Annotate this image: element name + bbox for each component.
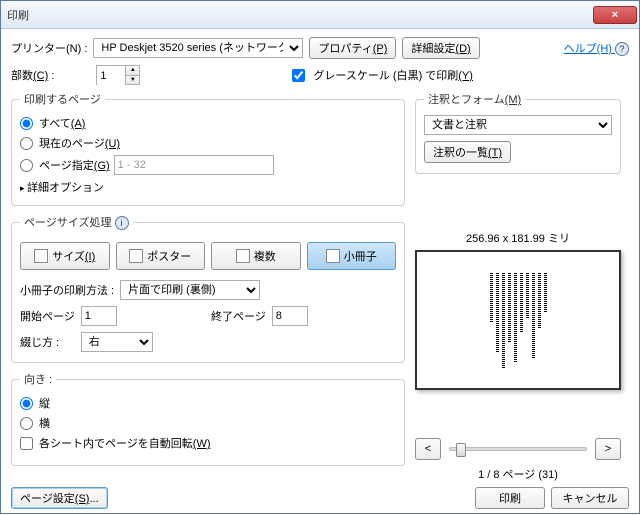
spin-up-icon[interactable]: ▲ — [125, 66, 139, 76]
pages-all-radio[interactable] — [20, 117, 33, 130]
pages-group: 印刷するページ すべて(A) 現在のページ(U) ページ指定(G) 詳細オプショ… — [11, 91, 405, 206]
pages-all-label: すべて(A) — [39, 115, 85, 131]
booklet-icon — [326, 249, 340, 263]
preview-slider[interactable] — [449, 447, 587, 451]
end-page-input[interactable] — [272, 306, 308, 326]
start-page-label: 開始ページ — [20, 308, 75, 324]
pages-range-input[interactable] — [114, 155, 274, 175]
print-button[interactable]: 印刷 — [475, 487, 545, 509]
preview-pager: 1 / 8 ページ (31) — [415, 466, 621, 482]
end-page-label: 終了ページ — [211, 308, 266, 324]
pages-current-radio[interactable] — [20, 137, 33, 150]
booklet-method-select[interactable]: 片面で印刷 (裏側) — [120, 280, 260, 300]
orientation-landscape-radio[interactable] — [20, 417, 33, 430]
binding-select[interactable]: 右 — [81, 332, 153, 352]
start-page-input[interactable] — [81, 306, 117, 326]
copies-stepper[interactable]: ▲▼ — [96, 65, 140, 85]
pages-range-radio[interactable] — [20, 159, 33, 172]
pages-range-label: ページ指定(G) — [39, 157, 110, 173]
booklet-method-label: 小冊子の印刷方法 : — [20, 282, 114, 298]
spin-down-icon[interactable]: ▼ — [125, 76, 139, 85]
tab-size[interactable]: サイズ(I) — [20, 242, 110, 270]
help-icon: ? — [615, 42, 629, 56]
help-link[interactable]: ヘルプ(H) ? — [564, 40, 629, 56]
printer-label: プリンター(N) : — [11, 40, 87, 56]
pages-legend: 印刷するページ — [20, 91, 105, 107]
copies-label: 部数(C) : — [11, 67, 54, 83]
autorotate-label: 各シート内でページを自動回転(W) — [39, 435, 211, 451]
orientation-group: 向き : 縦 横 各シート内でページを自動回転(W) — [11, 371, 405, 466]
size-icon — [34, 249, 48, 263]
annotations-group: 注釈とフォーム(M) 文書と注釈 注釈の一覧(T) — [415, 91, 621, 174]
advanced-button[interactable]: 詳細設定(D) — [402, 37, 479, 59]
copies-input[interactable] — [97, 66, 125, 86]
annotations-summary-button[interactable]: 注釈の一覧(T) — [424, 141, 511, 163]
tab-poster[interactable]: ポスター — [116, 242, 206, 270]
preview-content — [490, 273, 547, 368]
info-icon[interactable]: i — [115, 216, 129, 230]
titlebar: 印刷 × — [1, 1, 639, 29]
tab-multiple[interactable]: 複数 — [211, 242, 301, 270]
preview-dimensions: 256.96 x 181.99 ミリ — [415, 230, 621, 246]
tab-booklet[interactable]: 小冊子 — [307, 242, 397, 270]
preview-pane — [415, 250, 621, 390]
orientation-portrait-label: 縦 — [39, 395, 50, 411]
multiple-icon — [236, 249, 250, 263]
pages-more-disclose[interactable]: 詳細オプション — [20, 179, 396, 195]
preview-prev-button[interactable]: < — [415, 438, 441, 460]
pages-current-label: 現在のページ(U) — [39, 135, 120, 151]
properties-button[interactable]: プロパティ(P) — [309, 37, 396, 59]
annotations-legend: 注釈とフォーム(M) — [424, 91, 525, 107]
sizing-legend: ページサイズ処理 i — [20, 214, 133, 230]
annotations-select[interactable]: 文書と注釈 — [424, 115, 612, 135]
grayscale-checkbox[interactable] — [292, 69, 305, 82]
orientation-portrait-radio[interactable] — [20, 397, 33, 410]
printer-select[interactable]: HP Deskjet 3520 series (ネットワーク) — [93, 38, 303, 58]
orientation-legend: 向き : — [20, 371, 56, 387]
poster-icon — [129, 249, 143, 263]
sizing-group: ページサイズ処理 i サイズ(I) ポスター 複数 小冊子 小冊子の印刷方法 :… — [11, 214, 405, 363]
binding-label: 綴じ方 : — [20, 334, 75, 350]
window-title: 印刷 — [7, 7, 593, 23]
cancel-button[interactable]: キャンセル — [551, 487, 629, 509]
page-setup-button[interactable]: ページ設定(S)... — [11, 487, 108, 509]
grayscale-label: グレースケール (白黒) で印刷(Y) — [313, 67, 473, 83]
preview-next-button[interactable]: > — [595, 438, 621, 460]
slider-thumb[interactable] — [456, 443, 466, 457]
orientation-landscape-label: 横 — [39, 415, 50, 431]
close-button[interactable]: × — [593, 6, 637, 24]
autorotate-checkbox[interactable] — [20, 437, 33, 450]
